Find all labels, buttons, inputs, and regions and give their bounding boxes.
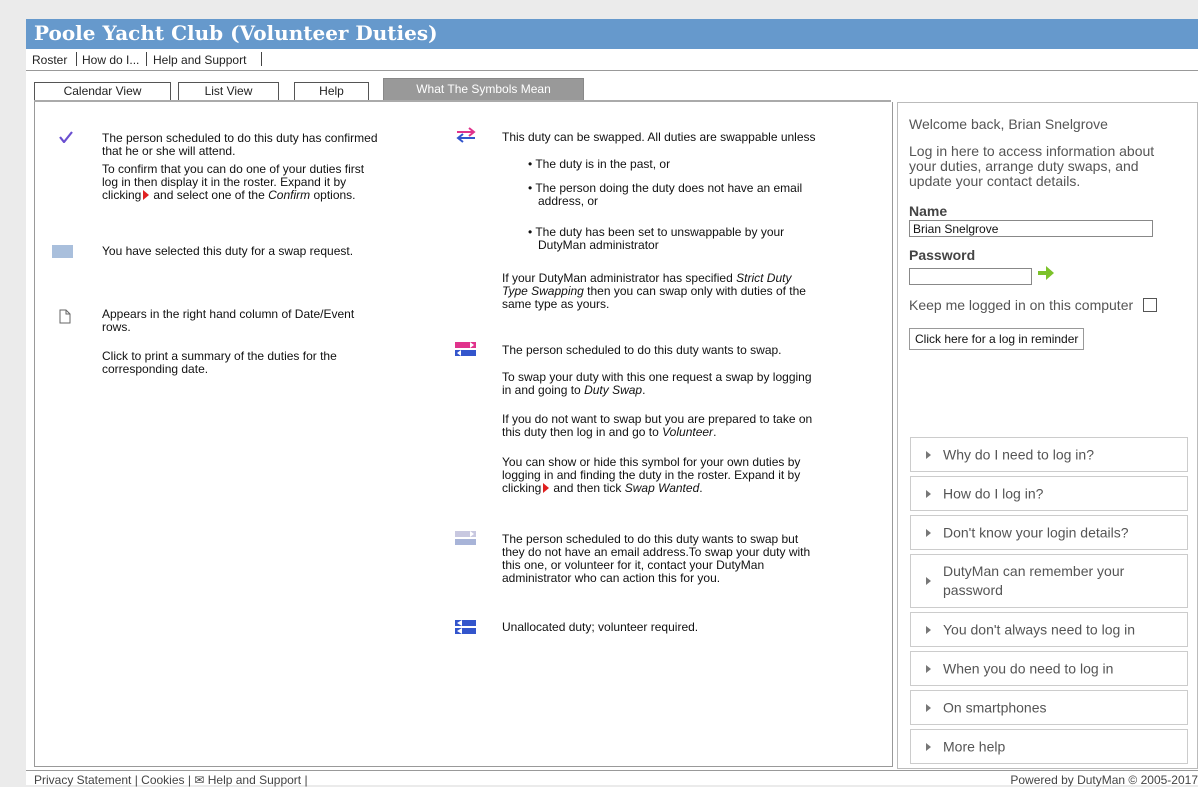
login-sidebar: Welcome back, Brian Snelgrove Log in her… — [897, 102, 1198, 769]
strict-swapping-note: If your DutyMan administrator has specif… — [502, 271, 806, 311]
caret-right-icon — [926, 577, 931, 585]
top-nav: Roster How do I... Help and Support — [26, 50, 1198, 71]
print-instructions: Click to print a summary of the duties f… — [102, 349, 337, 376]
tab-calendar-view[interactable]: Calendar View — [34, 82, 171, 100]
help-why-log-in[interactable]: Why do I need to log in? — [910, 437, 1188, 472]
selected-swap-swatch-icon — [52, 245, 73, 258]
caret-right-icon — [926, 625, 931, 634]
login-intro: Log in here to access information about … — [909, 143, 1155, 189]
confirmed-tick-icon — [59, 131, 73, 143]
print-description: Appears in the right hand column of Date… — [102, 307, 355, 334]
page: Poole Yacht Club (Volunteer Duties) Rost… — [26, 19, 1198, 787]
help-when-log-in[interactable]: When you do need to log in — [910, 651, 1188, 686]
caret-right-icon — [926, 528, 931, 537]
unallocated-description: Unallocated duty; volunteer required. — [502, 620, 699, 634]
wants-swap-toggle-help: You can show or hide this symbol for you… — [502, 455, 801, 495]
help-smartphones[interactable]: On smartphones — [910, 690, 1188, 725]
wants-swap-icon — [455, 342, 476, 356]
header-banner: Poole Yacht Club (Volunteer Duties) — [26, 19, 1198, 49]
expand-caret-icon — [543, 483, 550, 493]
welcome-message: Welcome back, Brian Snelgrove — [909, 116, 1108, 132]
help-remember-password[interactable]: DutyMan can remember your password — [910, 554, 1188, 608]
expand-caret-icon — [143, 190, 150, 200]
caret-right-icon — [926, 742, 931, 751]
tab-what-the-symbols-mean[interactable]: What The Symbols Mean — [383, 78, 584, 102]
nav-separator — [76, 52, 77, 66]
tab-list-view[interactable]: List View — [178, 82, 279, 100]
swappable-rule-2: • The person doing the duty does not hav… — [528, 181, 803, 208]
name-label: Name — [909, 203, 948, 219]
footer: Privacy Statement | Cookies | ✉ Help and… — [26, 770, 1198, 787]
wants-swap-volunteer: If you do not want to swap but you are p… — [502, 412, 813, 439]
keep-logged-in-label: Keep me logged in on this computer — [909, 297, 1134, 313]
selected-description: You have selected this duty for a swap r… — [102, 244, 354, 258]
caret-right-icon — [926, 450, 931, 459]
nav-separator — [146, 52, 147, 66]
caret-right-icon — [926, 664, 931, 673]
symbols-panel: The person scheduled to do this duty has… — [34, 102, 893, 767]
caret-right-icon — [926, 489, 931, 498]
login-go-arrow-icon[interactable] — [1037, 264, 1055, 282]
password-input[interactable] — [909, 268, 1032, 285]
unallocated-duty-icon — [455, 620, 476, 634]
confirmed-description: The person scheduled to do this duty has… — [102, 131, 378, 158]
help-more[interactable]: More help — [910, 729, 1188, 764]
swappable-rule-3: • The duty has been set to unswappable b… — [528, 225, 785, 252]
tab-help[interactable]: Help — [294, 82, 369, 100]
caret-right-icon — [926, 703, 931, 712]
name-input[interactable] — [909, 220, 1153, 237]
site-title: Poole Yacht Club (Volunteer Duties) — [34, 21, 438, 45]
wants-swap-description: The person scheduled to do this duty wan… — [502, 343, 782, 357]
help-dont-always-log-in[interactable]: You don't always need to log in — [910, 612, 1188, 647]
help-login-details[interactable]: Don't know your login details? — [910, 515, 1188, 550]
help-how-log-in[interactable]: How do I log in? — [910, 476, 1188, 511]
keep-logged-in-checkbox[interactable] — [1143, 298, 1157, 312]
swappable-rule-1: • The duty is in the past, or — [528, 157, 671, 171]
swap-arrows-icon — [456, 127, 476, 143]
nav-help-support-link[interactable]: Help and Support — [153, 53, 246, 67]
nav-how-do-i-link[interactable]: How do I... — [82, 53, 139, 67]
wants-swap-no-email-icon — [455, 531, 476, 545]
confirmed-instructions: To confirm that you can do one of your d… — [102, 162, 365, 202]
nav-separator — [261, 52, 262, 66]
log-in-reminder-button[interactable]: Click here for a log in reminder — [909, 328, 1085, 350]
view-tabs: Calendar View List View Help What The Sy… — [26, 78, 896, 102]
no-email-description: The person scheduled to do this duty wan… — [502, 532, 811, 585]
wants-swap-request: To swap your duty with this one request … — [502, 370, 812, 397]
print-page-icon — [59, 309, 71, 324]
swappable-intro: This duty can be swapped. All duties are… — [502, 130, 816, 144]
password-label: Password — [909, 247, 976, 263]
nav-roster-link[interactable]: Roster — [32, 53, 67, 67]
